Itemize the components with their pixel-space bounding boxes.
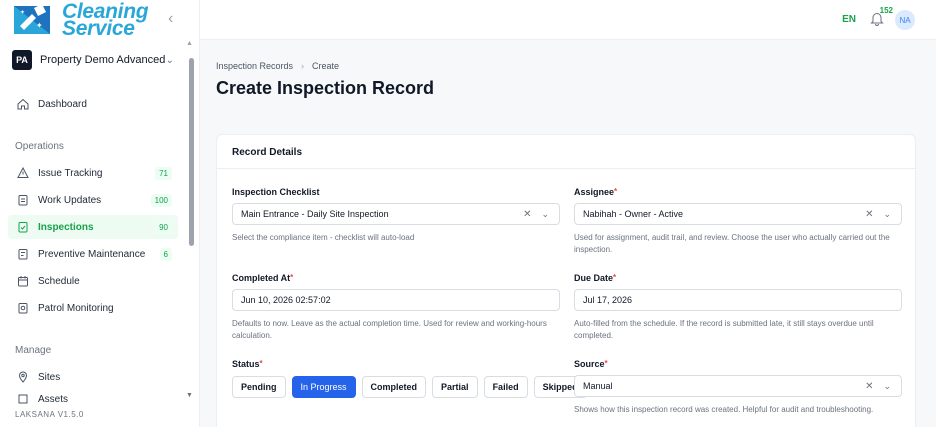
checklist-icon [16,220,30,234]
completed-at-label: Completed At* [232,273,294,283]
status-chip-failed[interactable]: Failed [483,376,528,398]
checklist-help: Select the compliance item - checklist w… [232,233,415,242]
clipboard-icon [16,193,30,207]
status-chip-pending[interactable]: Pending [232,376,286,398]
cleaning-logo-icon: ✦ ✦ [14,4,50,34]
chevron-down-icon[interactable]: ⌄ [883,381,891,392]
page-title: Create Inspection Record [216,78,435,98]
count-badge: 90 [155,220,172,234]
sidebar-item-assets[interactable]: Assets [8,392,178,406]
warning-triangle-icon [16,166,30,180]
status-chip-completed[interactable]: Completed [361,376,427,398]
chevron-down-icon[interactable]: ⌄ [541,209,549,220]
sidebar-item-sites[interactable]: Sites [8,365,178,389]
svg-text:✦: ✦ [20,9,25,16]
status-label: Status* [232,359,263,369]
user-avatar[interactable]: NA [895,10,915,30]
sidebar-scrollbar-thumb[interactable] [189,58,194,246]
due-date-help: Auto-filled from the schedule. If the re… [574,319,874,340]
property-name: Property Demo Advanced [40,54,166,66]
count-badge: 71 [155,166,172,180]
topbar: EN 152 NA [200,0,936,40]
breadcrumb-link-inspection-records[interactable]: Inspection Records [216,61,293,71]
location-pin-icon [16,370,30,384]
assignee-label: Assignee* [574,187,618,197]
sidebar-item-preventive-maintenance[interactable]: Preventive Maintenance 6 [8,242,178,266]
svg-text:✦: ✦ [36,21,43,30]
breadcrumb: Inspection Records › Create [216,61,339,71]
chevron-right-icon: › [301,61,305,71]
home-icon [16,97,30,111]
sidebar-item-patrol-monitoring[interactable]: Patrol Monitoring [8,296,178,320]
property-selector[interactable]: PA Property Demo Advanced ⌄ [12,48,174,72]
calendar-icon [16,274,30,288]
scroll-up-arrow-icon[interactable]: ▲ [186,40,193,47]
source-help: Shows how this inspection record was cre… [574,405,874,414]
language-switch[interactable]: EN [842,14,856,25]
sidebar-item-schedule[interactable]: Schedule [8,269,178,293]
chevron-down-icon: ⌄ [165,54,174,66]
section-title-manage: Manage [15,345,52,356]
status-chip-in-progress[interactable]: In Progress [291,376,356,398]
clear-x-icon[interactable]: ✕ [523,209,531,220]
sidebar: ✦ ✦ Cleaning Service ‹ PA Property Demo … [0,0,200,427]
sidebar-item-work-updates[interactable]: Work Updates 100 [8,188,178,212]
record-details-card: Record Details Inspection Checklist Main… [216,134,916,427]
count-badge: 100 [150,193,172,207]
chevron-down-icon[interactable]: ⌄ [883,209,891,220]
brand-text: Cleaning Service [62,0,149,40]
clear-x-icon[interactable]: ✕ [865,381,873,392]
due-date-input[interactable]: Jul 17, 2026 [574,289,902,311]
notification-count: 152 [879,6,893,15]
patrol-icon [16,301,30,315]
assignee-select[interactable]: Nabihah - Owner - Active ✕ ⌄ [574,203,902,225]
card-title: Record Details [232,147,303,158]
status-chip-group: Pending In Progress Completed Partial Fa… [232,376,587,398]
section-title-operations: Operations [15,141,64,152]
property-avatar: PA [12,50,32,70]
checklist-select[interactable]: Main Entrance - Daily Site Inspection ✕ … [232,203,560,225]
card-header: Record Details [217,135,915,169]
app-version: LAKSANA V1.5.0 [15,410,84,419]
assignee-help: Used for assignment, audit trail, and re… [574,233,890,254]
completed-at-input[interactable]: Jun 10, 2026 02:57:02 [232,289,560,311]
source-label: Source* [574,359,608,369]
breadcrumb-current: Create [312,61,340,71]
wrench-icon [16,247,30,261]
sidebar-item-dashboard[interactable]: Dashboard [8,92,178,116]
status-chip-partial[interactable]: Partial [432,376,478,398]
due-date-label: Due Date* [574,273,617,283]
sidebar-item-inspections[interactable]: Inspections 90 [8,215,178,239]
box-icon [16,392,30,406]
scroll-down-arrow-icon[interactable]: ▼ [186,392,193,399]
source-select[interactable]: Manual ✕ ⌄ [574,375,902,397]
collapse-sidebar-chevron-left-icon[interactable]: ‹ [168,10,182,28]
sidebar-item-issue-tracking[interactable]: Issue Tracking 71 [8,161,178,185]
brand-logo[interactable]: ✦ ✦ Cleaning Service [12,0,162,40]
clear-x-icon[interactable]: ✕ [865,209,873,220]
completed-at-help: Defaults to now. Leave as the actual com… [232,319,547,340]
count-badge: 6 [159,247,172,261]
checklist-label: Inspection Checklist [232,187,320,197]
